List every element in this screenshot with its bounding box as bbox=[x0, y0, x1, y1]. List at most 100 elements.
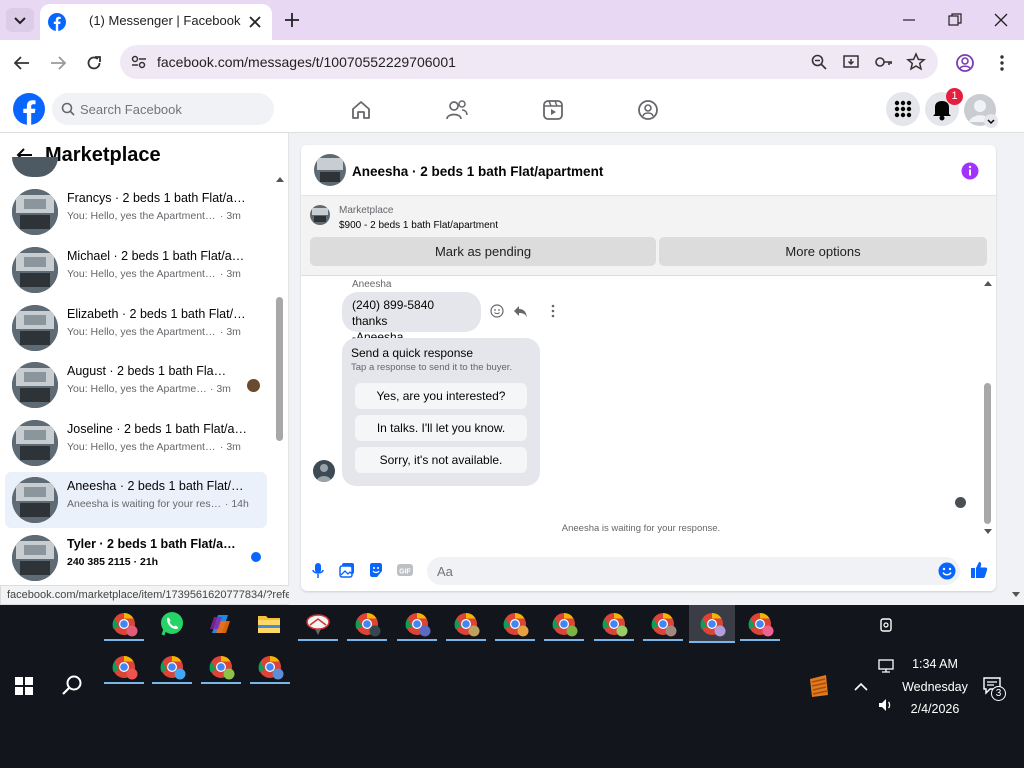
account-avatar[interactable] bbox=[964, 94, 998, 128]
show-hidden-icons-icon[interactable] bbox=[853, 680, 869, 692]
taskbar-chrome-profile-5[interactable] bbox=[495, 607, 535, 641]
message-bubble[interactable]: (240) 899-5840 thanks -Aneesha bbox=[342, 292, 481, 344]
react-emoji-icon[interactable] bbox=[490, 304, 504, 318]
close-tab-icon[interactable] bbox=[246, 13, 264, 31]
clock-time[interactable]: 1:34 AM bbox=[904, 657, 966, 671]
chat-title[interactable]: Aneesha · 2 beds 1 bath Flat/apartment bbox=[352, 164, 603, 179]
browser-tab-messenger[interactable]: (1) Messenger | Facebook bbox=[40, 4, 272, 40]
conversation-francys[interactable]: Francys · 2 beds 1 bath Flat/apartment Y… bbox=[5, 184, 267, 240]
taskbar-chrome-profile-2[interactable] bbox=[347, 607, 387, 641]
bookmark-star-icon[interactable] bbox=[906, 52, 926, 72]
clock-date[interactable]: 2/4/2026 bbox=[904, 702, 966, 716]
taskbar-chrome-row2-1[interactable] bbox=[104, 650, 144, 684]
facebook-header: 1 bbox=[0, 86, 1024, 133]
clock-day[interactable]: Wednesday bbox=[899, 680, 971, 694]
sender-avatar[interactable] bbox=[313, 460, 335, 482]
new-tab-icon[interactable] bbox=[283, 11, 301, 29]
message-input[interactable] bbox=[427, 557, 960, 585]
conversation-preview: You: Hello, yes the Apartment is still a… bbox=[67, 210, 241, 222]
taskbar-chrome-profile-9[interactable] bbox=[740, 607, 780, 641]
restore-icon[interactable] bbox=[946, 11, 964, 29]
taskbar-chrome-row2-4[interactable] bbox=[250, 650, 290, 684]
emoji-icon[interactable] bbox=[938, 562, 956, 580]
chat-listing-thumbnail[interactable] bbox=[314, 154, 346, 186]
gif-icon[interactable]: GIF bbox=[396, 563, 414, 577]
quick-response-in-talks-button[interactable]: In talks. I'll let you know. bbox=[355, 415, 527, 441]
taskbar-whatsapp[interactable] bbox=[152, 607, 192, 641]
notification-center-count: 3 bbox=[991, 686, 1006, 701]
reload-icon[interactable] bbox=[84, 53, 104, 73]
install-app-icon[interactable] bbox=[842, 53, 860, 71]
tab-search-button[interactable] bbox=[6, 8, 34, 32]
volume-icon[interactable] bbox=[877, 697, 895, 713]
facebook-logo-icon[interactable] bbox=[13, 93, 45, 125]
friends-icon[interactable] bbox=[445, 99, 469, 121]
taskbar-chrome-profile-6[interactable] bbox=[544, 607, 584, 641]
conversation-aneesha[interactable]: Aneesha · 2 beds 1 bath Flat/apartment A… bbox=[5, 472, 267, 528]
sidebar-scrollbar[interactable] bbox=[276, 297, 283, 441]
minimize-icon[interactable] bbox=[900, 12, 918, 28]
thumbs-up-icon[interactable] bbox=[970, 561, 988, 579]
scroll-up-arrow-icon[interactable] bbox=[983, 279, 993, 287]
messages-scrollbar[interactable] bbox=[984, 383, 991, 524]
groups-icon[interactable] bbox=[637, 99, 659, 121]
taskbar-chrome-profile-7[interactable] bbox=[594, 607, 634, 641]
scroll-down-arrow-icon[interactable] bbox=[983, 528, 993, 536]
profile-icon[interactable] bbox=[955, 53, 975, 73]
quick-response-yes-button[interactable]: Yes, are you interested? bbox=[355, 383, 527, 409]
info-icon[interactable] bbox=[961, 162, 979, 180]
more-options-button[interactable]: More options bbox=[659, 237, 987, 266]
tray-app-icon[interactable] bbox=[806, 673, 830, 699]
conversation-joseline[interactable]: Joseline · 2 beds 1 bath Flat/apartment … bbox=[5, 415, 267, 471]
partial-thumb bbox=[12, 157, 58, 177]
conversation-preview: You: Hello, yes the Apartment is still a… bbox=[67, 268, 241, 280]
photo-icon[interactable] bbox=[339, 562, 355, 578]
quick-response-not-available-button[interactable]: Sorry, it's not available. bbox=[355, 447, 527, 473]
taskbar-search-icon[interactable] bbox=[61, 674, 83, 696]
reply-icon[interactable] bbox=[513, 304, 528, 318]
address-bar[interactable]: facebook.com/messages/t/1007055222970600… bbox=[120, 45, 938, 79]
conversation-august[interactable]: August · 2 beds 1 bath Flat/apartment Yo… bbox=[5, 357, 267, 413]
meet-now-icon[interactable] bbox=[877, 616, 895, 634]
conversation-preview: You: Hello, yes the Apartment is still a… bbox=[67, 326, 241, 338]
conversation-elizabeth[interactable]: Elizabeth · 2 beds 1 bath Flat/apartment… bbox=[5, 300, 267, 356]
mark-as-pending-button[interactable]: Mark as pending bbox=[310, 237, 656, 266]
network-icon[interactable] bbox=[877, 658, 895, 674]
notifications-button[interactable]: 1 bbox=[925, 88, 963, 126]
video-icon[interactable] bbox=[542, 99, 564, 121]
close-window-icon[interactable] bbox=[992, 11, 1010, 29]
menu-grid-button[interactable] bbox=[886, 92, 920, 126]
taskbar-copilot[interactable] bbox=[200, 607, 240, 641]
back-icon[interactable] bbox=[12, 53, 32, 73]
taskbar-chrome-active[interactable] bbox=[689, 605, 735, 643]
conversation-tyler[interactable]: Tyler · 2 beds 1 bath Flat/apartment 240… bbox=[5, 530, 267, 586]
microphone-icon[interactable] bbox=[311, 562, 325, 580]
search-input[interactable] bbox=[80, 93, 266, 125]
sender-name: Aneesha bbox=[352, 279, 392, 290]
listing-bar: Marketplace $900 - 2 beds 1 bath Flat/ap… bbox=[301, 196, 996, 276]
windows-start-icon[interactable] bbox=[15, 677, 33, 695]
taskbar-app-paint[interactable] bbox=[298, 607, 338, 641]
page-scroll-down-icon[interactable] bbox=[1011, 591, 1021, 599]
forward-icon[interactable] bbox=[48, 53, 68, 73]
scroll-up-icon[interactable] bbox=[275, 175, 285, 183]
home-icon[interactable] bbox=[350, 99, 372, 121]
zoom-icon[interactable] bbox=[810, 53, 828, 71]
browser-menu-icon[interactable] bbox=[992, 53, 1012, 73]
taskbar-chrome-row2-3[interactable] bbox=[201, 650, 241, 684]
sticker-icon[interactable] bbox=[368, 562, 384, 578]
grid-icon bbox=[894, 100, 912, 118]
taskbar-chrome-profile-3[interactable] bbox=[397, 607, 437, 641]
more-actions-icon[interactable] bbox=[550, 304, 556, 318]
taskbar-chrome-row2-2[interactable] bbox=[152, 650, 192, 684]
conversation-michael[interactable]: Michael · 2 beds 1 bath Flat/apartment Y… bbox=[5, 242, 267, 298]
taskbar-file-explorer[interactable] bbox=[249, 607, 289, 641]
listing-small-thumbnail[interactable] bbox=[310, 205, 330, 225]
taskbar-chrome-profile-4[interactable] bbox=[446, 607, 486, 641]
password-key-icon[interactable] bbox=[874, 53, 894, 71]
site-info-icon[interactable] bbox=[130, 54, 148, 70]
conversation-preview: 240 385 2115 · 21h bbox=[67, 556, 159, 568]
taskbar-chrome-red[interactable] bbox=[104, 607, 144, 641]
taskbar-chrome-profile-8[interactable] bbox=[643, 607, 683, 641]
facebook-search[interactable] bbox=[52, 93, 274, 125]
